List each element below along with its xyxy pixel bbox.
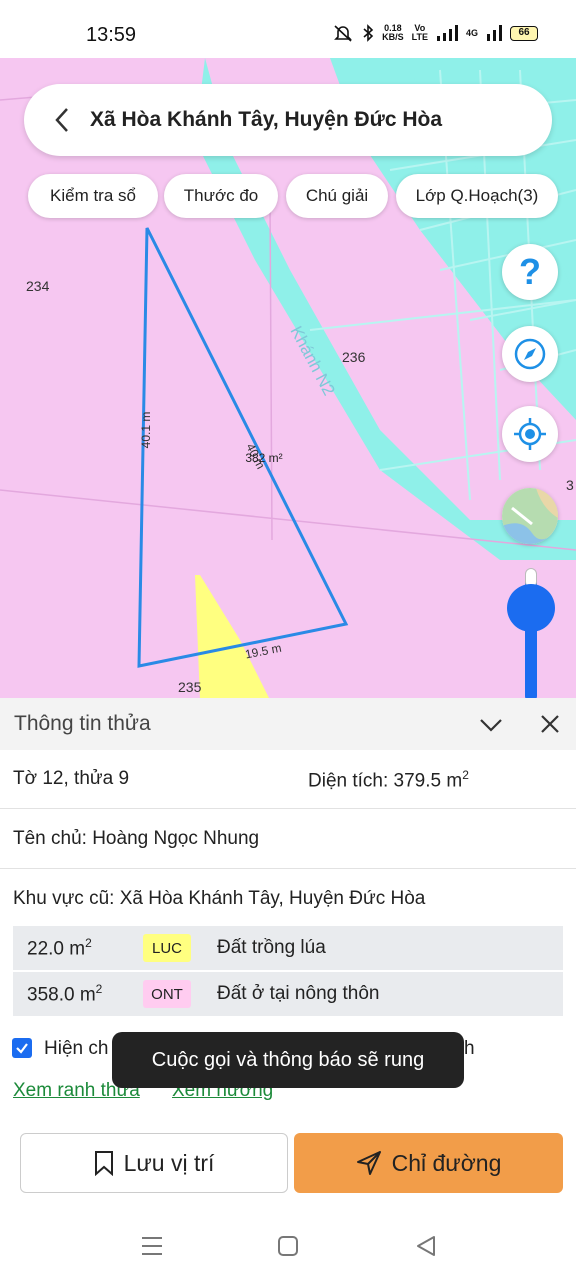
location-title: Xã Hòa Khánh Tây, Huyện Đức Hòa xyxy=(90,108,443,131)
land-use-area: 358.0 m2 xyxy=(27,981,103,1006)
back-arrow-icon[interactable] xyxy=(34,84,90,156)
show-checkbox[interactable] xyxy=(12,1038,32,1058)
toast-notification: Cuộc gọi và thông báo sẽ rung xyxy=(112,1032,464,1088)
back-triangle-icon xyxy=(417,1236,435,1256)
map-thumbnail-icon xyxy=(502,488,558,544)
chip-legend[interactable]: Chú giải xyxy=(286,174,388,218)
land-use-description: Đất ở tại nông thôn xyxy=(217,983,380,1004)
map-type-button[interactable] xyxy=(502,488,558,544)
parcel-label-236: 236 xyxy=(342,349,366,365)
chip-check-book[interactable]: Kiểm tra sổ xyxy=(28,174,158,218)
bluetooth-icon xyxy=(363,24,374,42)
close-icon[interactable] xyxy=(538,712,562,741)
sheet-parcel-number: Tờ 12, thửa 9 xyxy=(13,768,130,789)
volte-badge: Vo LTE xyxy=(411,23,428,42)
land-use-row: 22.0 m2 LUC Đất trồng lúa xyxy=(13,926,563,972)
status-icons: 0.18 KB/S Vo LTE 4G 66 xyxy=(332,24,538,42)
owner-name: Tên chủ: Hoàng Ngọc Nhung xyxy=(13,828,260,849)
menu-nav-button[interactable] xyxy=(138,1232,166,1260)
land-use-description: Đất trồng lúa xyxy=(217,937,326,958)
home-nav-button[interactable] xyxy=(274,1232,302,1260)
network-type: 4G xyxy=(465,27,478,38)
chip-ruler[interactable]: Thước đo xyxy=(164,174,278,218)
checkbox-label: Hiện ch xyxy=(44,1038,109,1059)
edge-length-left: 40.1 m xyxy=(139,412,153,449)
status-bar: 13:59 0.18 KB/S Vo LTE 4G 66 xyxy=(0,0,576,58)
home-square-icon xyxy=(278,1236,298,1256)
checkbox-label-end: h xyxy=(464,1038,475,1059)
mute-bell-icon xyxy=(334,25,353,42)
land-use-code: LUC xyxy=(143,934,191,962)
parcel-label-235: 235 xyxy=(178,679,202,695)
land-use-table: 22.0 m2 LUC Đất trồng lúa 358.0 m2 ONT Đ… xyxy=(13,926,563,1018)
my-location-button[interactable] xyxy=(502,406,558,462)
parcel-label-234: 234 xyxy=(26,278,50,294)
status-time: 13:59 xyxy=(86,24,137,46)
directions-label: Chỉ đường xyxy=(391,1149,502,1176)
system-nav-bar xyxy=(0,1210,576,1280)
battery-icon: 66 xyxy=(510,25,538,41)
signal-icon-2 xyxy=(487,25,502,41)
signal-icon xyxy=(436,25,458,41)
divider xyxy=(0,808,576,809)
compass-icon xyxy=(514,338,546,370)
parcel-area-label: 382 m² xyxy=(245,451,282,465)
crosshair-icon xyxy=(514,418,546,450)
net-speed: 0.18 KB/S xyxy=(382,23,404,42)
back-nav-button[interactable] xyxy=(412,1232,440,1260)
panel-title: Thông tin thửa xyxy=(14,712,151,735)
location-search-bar[interactable]: Xã Hòa Khánh Tây, Huyện Đức Hòa xyxy=(24,84,552,156)
save-location-label: Lưu vị trí xyxy=(123,1149,215,1176)
directions-button[interactable]: Chỉ đường xyxy=(294,1133,563,1193)
help-button[interactable]: ? xyxy=(502,244,558,300)
divider xyxy=(0,868,576,869)
rice-area xyxy=(195,575,270,700)
land-use-area: 22.0 m2 xyxy=(27,935,92,960)
help-icon: ? xyxy=(519,251,541,292)
chip-planning-layer[interactable]: Lớp Q.Hoạch(3) xyxy=(396,174,558,218)
panel-header: Thông tin thửa xyxy=(0,698,576,750)
menu-icon xyxy=(142,1237,162,1255)
land-use-row: 358.0 m2 ONT Đất ở tại nông thôn xyxy=(13,972,563,1018)
compass-button[interactable] xyxy=(502,326,558,382)
save-location-button[interactable]: Lưu vị trí xyxy=(20,1133,288,1193)
chevron-down-icon[interactable] xyxy=(478,712,504,743)
parcel-area: Diện tích: 379.5 m2 xyxy=(308,768,469,792)
land-use-code: ONT xyxy=(143,980,191,1008)
zoom-slider-thumb[interactable] xyxy=(507,584,555,632)
check-icon xyxy=(16,1043,28,1054)
old-area: Khu vực cũ: Xã Hòa Khánh Tây, Huyện Đức … xyxy=(13,888,426,909)
bookmark-icon xyxy=(94,1151,113,1176)
parcel-label-3: 3 xyxy=(566,477,574,493)
send-arrow-icon xyxy=(356,1151,381,1175)
parcel-info-panel: Thông tin thửa Tờ 12, thửa 9 Diện tích: … xyxy=(0,698,576,1280)
